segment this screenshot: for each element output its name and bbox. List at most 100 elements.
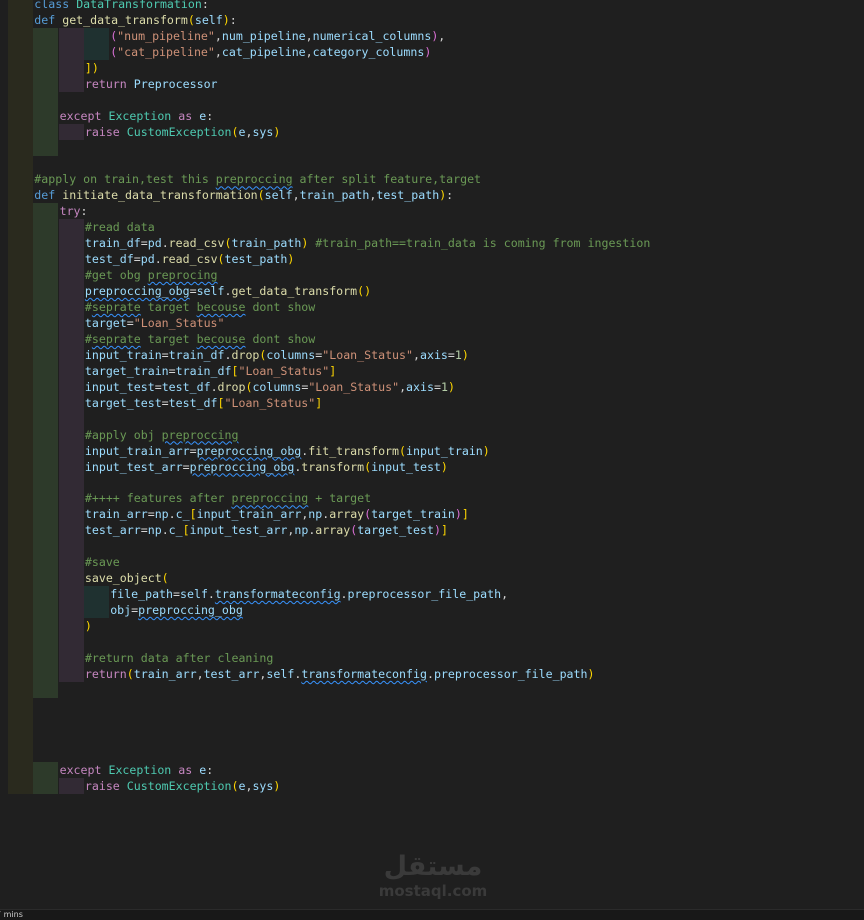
code-line[interactable] (0, 139, 864, 156)
code-token: self (264, 188, 293, 203)
code-line[interactable]: target_train=train_df["Loan_Status"] (0, 362, 864, 379)
indent-guide (33, 251, 59, 268)
code-token: input_test (84, 379, 155, 394)
code-token: input_train_arr (196, 507, 302, 522)
code-token: #get obg (84, 268, 148, 283)
code-line[interactable]: #seprate target becouse dont show (0, 330, 864, 347)
code-line[interactable] (0, 745, 864, 762)
code-token: train_arr (133, 666, 197, 681)
code-line[interactable]: raise CustomException(e,sys) (0, 777, 864, 794)
code-line[interactable]: #apply on train,test this preproccing af… (0, 171, 864, 188)
code-line[interactable]: except Exception as e: (0, 761, 864, 778)
code-token: DataTransformation (76, 0, 202, 11)
indent-guide (58, 123, 84, 140)
code-text: ("cat_pipeline",cat_pipeline,category_co… (110, 44, 431, 60)
code-line[interactable]: input_test=test_df.drop(columns="Loan_St… (0, 378, 864, 395)
code-line[interactable]: except Exception as e: (0, 107, 864, 124)
indent-guide (33, 777, 59, 794)
code-token: = (147, 507, 155, 522)
code-line[interactable]: #++++ features after preproccing + targe… (0, 490, 864, 507)
code-line[interactable]: raise CustomException(e,sys) (0, 123, 864, 140)
code-token: preproccing (215, 172, 293, 187)
code-line[interactable]: input_train=train_df.drop(columns="Loan_… (0, 346, 864, 363)
code-token: axis (419, 347, 448, 362)
code-line[interactable]: #seprate target becouse dont show (0, 299, 864, 316)
code-line[interactable] (0, 697, 864, 714)
code-token: raise (84, 778, 127, 793)
code-text: raise CustomException(e,sys) (85, 124, 280, 140)
indent-guide (8, 171, 33, 188)
code-line[interactable] (0, 155, 864, 172)
code-line[interactable]: ]) (0, 59, 864, 76)
code-line[interactable]: train_df=pd.read_csv(train_path) #train_… (0, 235, 864, 252)
code-line[interactable] (0, 729, 864, 746)
indent-guide (8, 283, 33, 300)
code-token: numerical_columns (312, 28, 432, 43)
code-line[interactable]: obj=preproccing_obg (0, 602, 864, 619)
code-line[interactable]: ("num_pipeline",num_pipeline,numerical_c… (0, 27, 864, 44)
code-editor[interactable]: class DataTransformation: def get_data_tr… (0, 0, 864, 909)
indent-guide (8, 777, 33, 794)
indent-guide (33, 378, 59, 395)
code-line[interactable]: #apply obj preproccing (0, 426, 864, 443)
indent-guide (33, 554, 59, 571)
code-line[interactable]: #read data (0, 219, 864, 236)
indent-guide (8, 426, 33, 443)
code-line[interactable]: preproccing_obg=self.get_data_transform(… (0, 283, 864, 300)
code-line[interactable]: train_arr=np.c_[input_train_arr,np.array… (0, 506, 864, 523)
code-text: #return data after cleaning (85, 650, 273, 666)
code-line[interactable]: #save (0, 554, 864, 571)
code-line[interactable] (0, 681, 864, 698)
indent-guide (8, 139, 33, 156)
code-token: get_data_transform (231, 284, 358, 299)
code-token: dont show (245, 331, 316, 346)
code-line[interactable]: test_df=pd.read_csv(test_path) (0, 251, 864, 268)
code-text: target="Loan_Status" (85, 315, 225, 331)
indent-guide (8, 91, 33, 108)
code-line[interactable]: class DataTransformation: (0, 0, 864, 12)
code-token: dont show (245, 300, 316, 315)
code-line[interactable] (0, 91, 864, 108)
indent-guide (58, 522, 84, 539)
code-token: test_path (224, 252, 288, 267)
code-line[interactable] (0, 713, 864, 730)
code-line[interactable]: def initiate_data_transformation(self,tr… (0, 187, 864, 204)
code-line[interactable] (0, 410, 864, 427)
indent-guide (8, 761, 33, 778)
code-token: np (308, 507, 323, 522)
code-token: input_train_arr (84, 443, 190, 458)
code-text: def get_data_transform(self): (34, 12, 236, 28)
code-token: preproccing (161, 427, 239, 442)
indent-guide (58, 59, 84, 76)
code-line[interactable] (0, 474, 864, 491)
code-line[interactable]: test_arr=np.c_[input_test_arr,np.array(t… (0, 522, 864, 539)
code-line[interactable] (0, 634, 864, 650)
code-line[interactable]: try: (0, 203, 864, 220)
code-line[interactable]: ) (0, 618, 864, 635)
code-text: input_test_arr=preproccing_obg.transform… (85, 459, 448, 475)
code-token: preprocessor_file_path (347, 587, 502, 602)
code-line[interactable]: ("cat_pipeline",cat_pipeline,category_co… (0, 43, 864, 60)
code-token: "Loan_Status" (308, 379, 400, 394)
code-line[interactable]: target_test=test_df["Loan_Status"] (0, 394, 864, 411)
code-line[interactable]: save_object( (0, 570, 864, 587)
code-token: , (438, 28, 446, 43)
code-line[interactable]: return Preprocessor (0, 75, 864, 92)
code-line[interactable]: input_train_arr=preproccing_obg.fit_tran… (0, 442, 864, 459)
code-token: + target (308, 491, 372, 506)
code-token: = (161, 347, 169, 362)
code-token: preproccing_obg (196, 443, 302, 458)
code-line[interactable]: def get_data_transform(self): (0, 11, 864, 28)
code-line[interactable]: input_test_arr=preproccing_obg.transform… (0, 458, 864, 475)
code-line[interactable]: return(train_arr,test_arr,self.transform… (0, 665, 864, 682)
code-line[interactable] (0, 538, 864, 555)
indent-guide (33, 362, 59, 379)
code-line[interactable]: #get obg preprocing (0, 267, 864, 284)
code-line[interactable]: file_path=self.transformateconfig.prepro… (0, 586, 864, 603)
code-token: #++++ features after (84, 491, 232, 506)
code-token: ) (454, 507, 462, 522)
code-line[interactable]: #return data after cleaning (0, 649, 864, 666)
indent-guide (33, 649, 59, 666)
code-text: train_arr=np.c_[input_train_arr,np.array… (85, 506, 469, 522)
code-line[interactable]: target="Loan_Status" (0, 315, 864, 331)
